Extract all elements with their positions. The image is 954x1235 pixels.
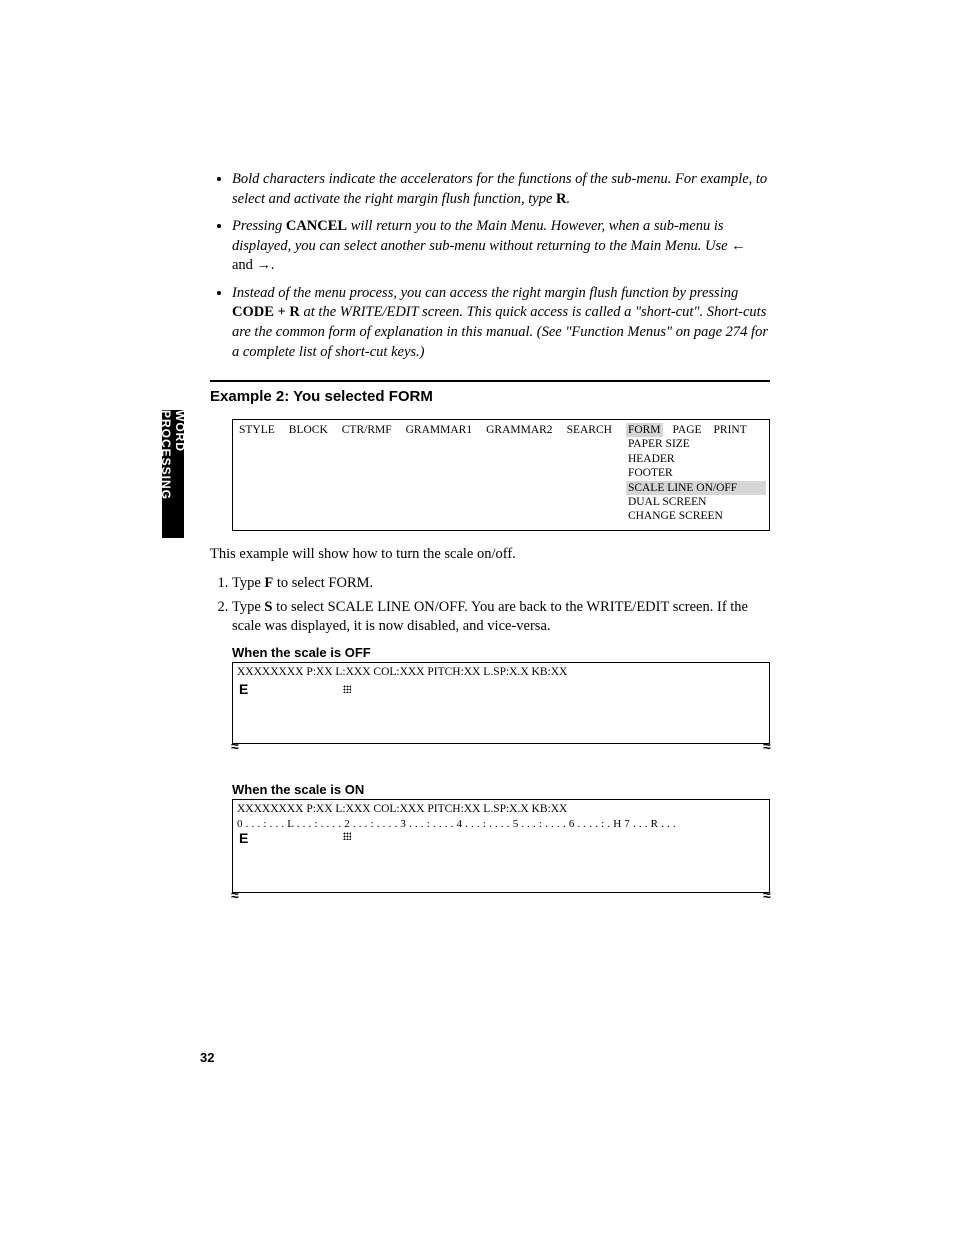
step-2: Type S to select SCALE LINE ON/OFF. You … xyxy=(232,598,770,637)
menu-grammar1: GRAMMAR1 xyxy=(406,423,472,437)
text: at the WRITE/EDIT screen. This quick acc… xyxy=(232,304,768,359)
submenu-header: HEADER xyxy=(626,452,766,466)
submenu-footer: FOOTER xyxy=(626,466,766,480)
submenu-change-screen: CHANGE SCREEN xyxy=(626,509,766,523)
submenu-dual-screen: DUAL SCREEN xyxy=(626,495,766,509)
scale-on-screen: XXXXXXXX P:XX L:XXX COL:XXX PITCH:XX L.S… xyxy=(232,799,770,893)
status-line: XXXXXXXX P:XX L:XXX COL:XXX PITCH:XX L.S… xyxy=(237,665,765,680)
page-number: 32 xyxy=(200,1050,214,1065)
ruler-line: 0 . . . : . . . L . . . : . . . . 2 . . … xyxy=(237,817,765,831)
section-heading: Example 2: You selected FORM xyxy=(210,388,770,405)
text: to select SCALE LINE ON/OFF. You are bac… xyxy=(232,599,748,635)
form-submenu: FORM PAGE PRINT PAPER SIZE HEADER FOOTER… xyxy=(626,423,766,524)
text: to select FORM. xyxy=(273,575,373,591)
continuation-mark-right-icon: ≈ xyxy=(763,738,771,748)
menu-screenshot: STYLE BLOCK CTR/RMF GRAMMAR1 GRAMMAR2 SE… xyxy=(232,419,770,531)
notes-list: Bold characters indicate the accelerator… xyxy=(232,170,770,362)
key-code-r: CODE + R xyxy=(232,304,300,320)
key-r: R xyxy=(556,191,566,207)
menu-page: PAGE xyxy=(671,423,704,437)
intro-text: This example will show how to turn the s… xyxy=(210,545,770,565)
scale-off-screen: XXXXXXXX P:XX L:XXX COL:XXX PITCH:XX L.S… xyxy=(232,662,770,744)
text: Type xyxy=(232,599,264,615)
cursor-icon: E xyxy=(239,681,248,697)
menu-print: PRINT xyxy=(712,423,749,437)
side-tab-word-processing: WORD PROCESSING xyxy=(162,410,184,538)
cursor-icon: E xyxy=(239,830,248,846)
menu-ctr-rmf: CTR/RMF xyxy=(342,423,392,437)
caret-icon xyxy=(343,832,351,840)
note-shortcut: Instead of the menu process, you can acc… xyxy=(232,284,770,362)
continuation-mark-left-icon: ≈ xyxy=(231,887,239,897)
divider xyxy=(210,380,770,382)
page: WORD PROCESSING Bold characters indicate… xyxy=(0,0,954,1235)
scale-off-label: When the scale is OFF xyxy=(232,645,770,660)
text: Type xyxy=(232,575,264,591)
main-content: Bold characters indicate the accelerator… xyxy=(210,170,770,897)
note-cancel: Pressing CANCEL will return you to the M… xyxy=(232,217,770,276)
menu-grammar2: GRAMMAR2 xyxy=(486,423,552,437)
submenu-paper-size: PAPER SIZE xyxy=(626,437,766,451)
key-f: F xyxy=(264,575,273,591)
steps-list: Type F to select FORM. Type S to select … xyxy=(228,574,770,637)
text: . xyxy=(567,191,571,207)
scale-on-label: When the scale is ON xyxy=(232,782,770,797)
status-line: XXXXXXXX P:XX L:XXX COL:XXX PITCH:XX L.S… xyxy=(237,802,765,817)
continuation-mark-left-icon: ≈ xyxy=(231,738,239,748)
menu-form: FORM xyxy=(626,423,663,437)
text: Pressing xyxy=(232,218,286,234)
continuation-mark-right-icon: ≈ xyxy=(763,887,771,897)
note-bold-accelerators: Bold characters indicate the accelerator… xyxy=(232,170,770,209)
caret-icon xyxy=(343,685,351,693)
menu-search: SEARCH xyxy=(567,423,612,437)
text: . xyxy=(271,257,275,273)
step-1: Type F to select FORM. xyxy=(232,574,770,594)
text: Instead of the menu process, you can acc… xyxy=(232,285,738,301)
text: Bold characters indicate the accelerator… xyxy=(232,171,767,207)
key-cancel: CANCEL xyxy=(286,218,347,234)
submenu-scale-line: SCALE LINE ON/OFF xyxy=(626,481,766,495)
menu-block: BLOCK xyxy=(289,423,328,437)
menu-style: STYLE xyxy=(239,423,275,437)
menu-bar: STYLE BLOCK CTR/RMF GRAMMAR1 GRAMMAR2 SE… xyxy=(239,423,763,524)
